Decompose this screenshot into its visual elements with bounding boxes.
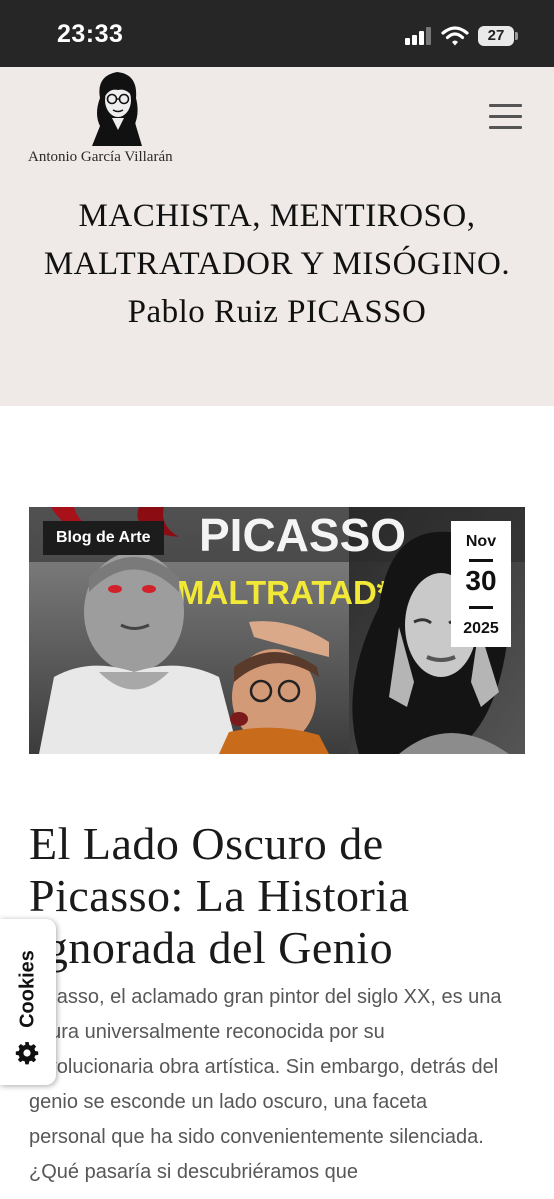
site-name[interactable]: Antonio García Villarán [28, 149, 173, 166]
wifi-icon [441, 26, 469, 46]
image-headline-text: PICASSO [199, 509, 406, 561]
date-day: 30 [465, 565, 497, 596]
post-featured-image[interactable]: PICASSO MALTRATAD*R Blog de Arte Nov 30 … [29, 507, 525, 754]
date-month: Nov [465, 533, 497, 550]
article-title[interactable]: El Lado Oscuro de Picasso: La Historia I… [29, 818, 534, 974]
battery-icon: 27 [478, 26, 514, 46]
signal-icon [405, 27, 433, 45]
date-year: 2025 [463, 620, 499, 637]
gear-icon [15, 1042, 39, 1065]
site-header: Antonio García Villarán [0, 67, 554, 166]
category-badge[interactable]: Blog de Arte [43, 521, 164, 555]
battery-tip [515, 32, 518, 40]
image-overlay-text: MALTRATAD*R [177, 574, 414, 611]
status-time: 23:33 [57, 20, 124, 48]
logo-portrait-icon[interactable] [86, 68, 148, 146]
cookie-label: Cookies [16, 950, 39, 1028]
date-divider [469, 606, 493, 609]
page-title: MACHISTA, MENTIROSO, MALTRATADOR Y MISÓG… [43, 198, 511, 330]
date-divider [469, 559, 493, 562]
article-excerpt: Picasso, el aclamado gran pintor del sig… [29, 986, 502, 1183]
status-bar: 23:33 27 [0, 0, 554, 67]
date-badge: Nov 30 2025 [451, 521, 511, 647]
page-title-band: MACHISTA, MENTIROSO, MALTRATADOR Y MISÓG… [0, 166, 554, 406]
hamburger-menu-icon[interactable] [489, 104, 522, 130]
cookie-settings-tab[interactable]: Cookies [0, 919, 56, 1085]
